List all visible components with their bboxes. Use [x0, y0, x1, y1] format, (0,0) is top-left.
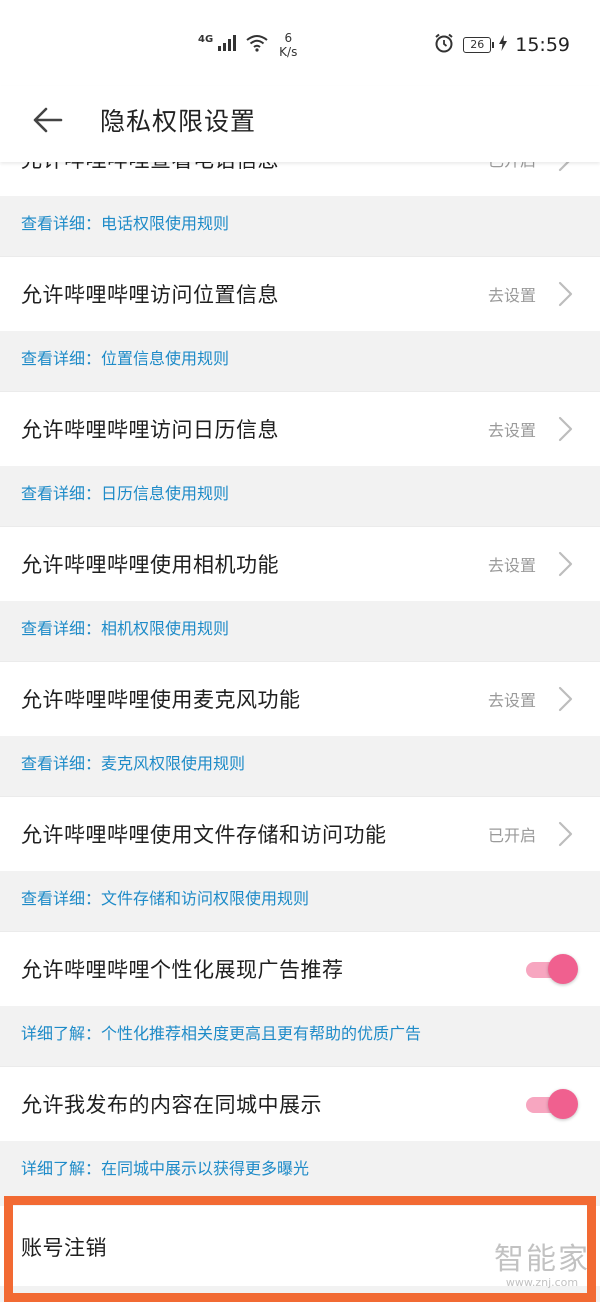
- account-cancel-label: 账号注销: [21, 1236, 107, 1260]
- permission-detail-link[interactable]: 查看详细：文件存储和访问权限使用规则: [21, 885, 309, 909]
- permission-detail: 查看详细：位置信息使用规则: [0, 331, 600, 391]
- permission-row[interactable]: 允许哔哩哔哩使用麦克风功能 去设置: [0, 661, 600, 736]
- chevron-right-icon: [554, 414, 576, 444]
- permission-title: 允许我发布的内容在同城中展示: [21, 1093, 322, 1117]
- permission-title: 允许哔哩哔哩访问位置信息: [21, 283, 279, 307]
- permission-status: 去设置: [487, 691, 536, 710]
- settings-list[interactable]: 允许哔哩哔哩查看电话信息已开启查看详细：电话权限使用规则允许哔哩哔哩访问位置信息…: [0, 162, 600, 1300]
- permission-detail-link[interactable]: 查看详细：麦克风权限使用规则: [21, 750, 245, 774]
- permission-row[interactable]: 允许哔哩哔哩访问位置信息 去设置: [0, 256, 600, 331]
- permission-toggle[interactable]: [524, 1089, 578, 1119]
- permission-title: 允许哔哩哔哩个性化展现广告推荐: [21, 958, 344, 982]
- chevron-right-icon: [554, 279, 576, 309]
- permission-title: 允许哔哩哔哩使用文件存储和访问功能: [21, 823, 387, 847]
- permission-detail: 查看详细：相机权限使用规则: [0, 601, 600, 661]
- status-bar: 4G 6 K/s 26 15:59: [0, 0, 600, 86]
- wifi-icon: [245, 34, 269, 56]
- alarm-icon: [433, 32, 455, 58]
- permission-row[interactable]: 允许哔哩哔哩访问日历信息 去设置: [0, 391, 600, 466]
- settings-list-inner: 允许哔哩哔哩查看电话信息已开启查看详细：电话权限使用规则允许哔哩哔哩访问位置信息…: [0, 162, 600, 1201]
- status-left: 4G 6 K/s: [198, 28, 297, 62]
- chevron-right-icon: [554, 549, 576, 579]
- watermark-logo: 智能家 www.znj.com: [494, 1234, 590, 1289]
- permission-row[interactable]: 允许哔哩哔哩个性化展现广告推荐: [0, 931, 600, 1006]
- permission-detail-link[interactable]: 查看详细：电话权限使用规则: [21, 210, 229, 234]
- permission-detail: 查看详细：文件存储和访问权限使用规则: [0, 871, 600, 931]
- permission-status: 已开启: [488, 162, 536, 171]
- permission-title: 允许哔哩哔哩查看电话信息: [21, 162, 279, 174]
- permission-detail: 详细了解：在同城中展示以获得更多曝光: [0, 1141, 600, 1201]
- back-arrow-icon: [33, 107, 63, 133]
- chevron-right-icon: [554, 162, 576, 174]
- permission-detail-link[interactable]: 查看详细：位置信息使用规则: [21, 345, 229, 369]
- signal-icon: [217, 34, 239, 56]
- permission-detail: 详细了解：个性化推荐相关度更高且更有帮助的优质广告: [0, 1006, 600, 1066]
- battery-indicator: 26: [463, 37, 495, 53]
- permission-detail: 查看详细：电话权限使用规则: [0, 196, 600, 256]
- network-type: 4G: [198, 33, 214, 45]
- permission-detail: 查看详细：麦克风权限使用规则: [0, 736, 600, 796]
- charging-icon: [499, 35, 508, 55]
- permission-title: 允许哔哩哔哩使用相机功能: [21, 553, 279, 577]
- permission-row[interactable]: 允许哔哩哔哩使用相机功能 去设置: [0, 526, 600, 601]
- clock: 15:59: [515, 34, 570, 56]
- permission-title: 允许哔哩哔哩使用麦克风功能: [21, 688, 301, 712]
- watermark-name: 智能家: [494, 1242, 590, 1277]
- permission-row[interactable]: 允许我发布的内容在同城中展示: [0, 1066, 600, 1141]
- permission-status: 去设置: [487, 286, 536, 305]
- network-speed: 6 K/s: [279, 31, 297, 59]
- permission-status: 去设置: [487, 421, 536, 440]
- back-button[interactable]: [28, 100, 68, 140]
- watermark-url: www.znj.com: [505, 1276, 579, 1289]
- network-speed-unit: K/s: [279, 45, 298, 59]
- permission-title: 允许哔哩哔哩访问日历信息: [21, 418, 279, 442]
- chevron-right-icon: [554, 684, 576, 714]
- network-speed-value: 6: [284, 31, 293, 45]
- permission-row[interactable]: 允许哔哩哔哩查看电话信息 已开启: [0, 162, 600, 196]
- chevron-right-icon: [554, 819, 576, 849]
- permission-detail-link[interactable]: 查看详细：日历信息使用规则: [21, 480, 229, 504]
- page-title: 隐私权限设置: [100, 107, 257, 136]
- status-right: 26 15:59: [433, 30, 570, 60]
- permission-status: 去设置: [487, 556, 536, 575]
- permission-detail-link[interactable]: 详细了解：个性化推荐相关度更高且更有帮助的优质广告: [21, 1020, 421, 1044]
- app-header: 隐私权限设置: [0, 86, 600, 162]
- permission-detail-link[interactable]: 详细了解：在同城中展示以获得更多曝光: [21, 1155, 309, 1179]
- permission-toggle[interactable]: [524, 954, 578, 984]
- permission-detail-link[interactable]: 查看详细：相机权限使用规则: [21, 615, 229, 639]
- permission-status: 已开启: [487, 826, 536, 845]
- permission-detail: 查看详细：日历信息使用规则: [0, 466, 600, 526]
- permission-row[interactable]: 允许哔哩哔哩使用文件存储和访问功能 已开启: [0, 796, 600, 871]
